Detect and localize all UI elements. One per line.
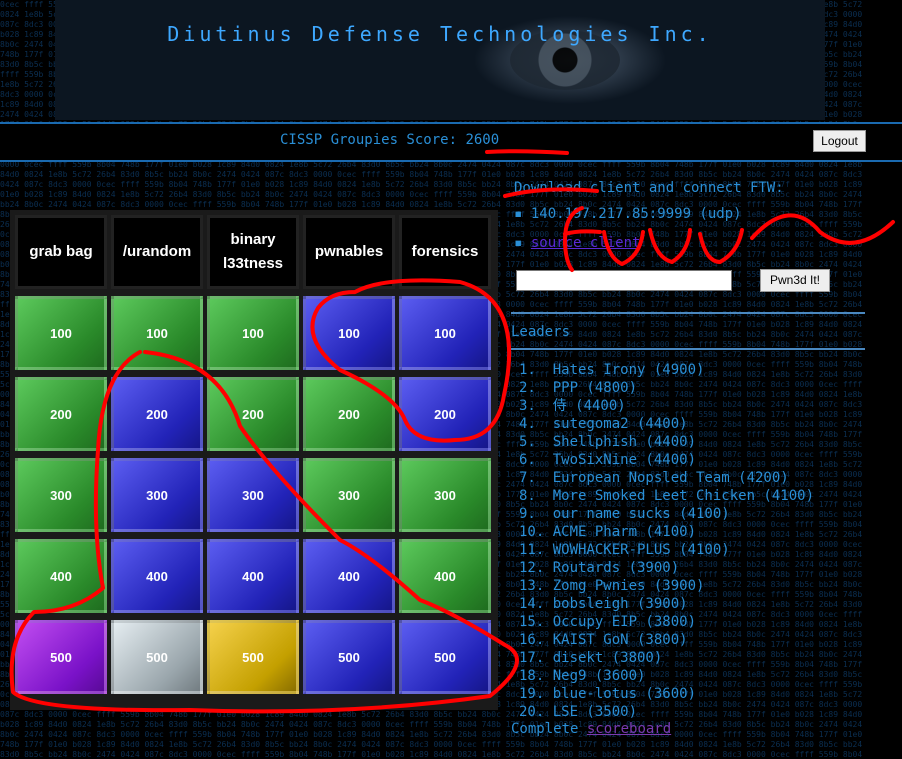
- challenge-tile[interactable]: 200: [303, 377, 395, 451]
- leaderboard-entry: 11. WOWHACKER-PLUS (4100): [519, 542, 730, 558]
- leaderboard-entry: 12. Routards (3900): [519, 560, 680, 576]
- leaderboard-entry: 5. Shellphish (4400): [519, 434, 697, 450]
- leaders-title: Leaders: [511, 324, 571, 340]
- challenge-tile[interactable]: 500: [207, 620, 299, 694]
- leaderboard-entry: 13. Zomg Pwnies (3900): [519, 578, 705, 594]
- leaderboard-entry: 15. Occupy EIP (3800): [519, 614, 697, 630]
- leaderboard-entry: 16. KAIST GoN (3800): [519, 632, 688, 648]
- score-label: CISSP Groupies Score:: [280, 132, 458, 148]
- challenge-tile[interactable]: 500: [399, 620, 491, 694]
- download-heading: Download client and connect FTW:: [514, 180, 784, 196]
- leaderboard-entry: 4. sutegoma2 (4400): [519, 416, 688, 432]
- leaderboard-entry: 17. disekt (3800): [519, 650, 663, 666]
- challenge-tile[interactable]: 100: [207, 296, 299, 370]
- divider: [0, 122, 902, 124]
- divider: [0, 160, 902, 162]
- leaderboard-entry: 14. bobsleigh (3900): [519, 596, 688, 612]
- source-client-link[interactable]: source client: [531, 235, 641, 251]
- complete-scoreboard: Complete scoreboard: [511, 721, 671, 737]
- leaderboard-entry: 9. our name sucks (4100): [519, 506, 730, 522]
- category-grab-bag: grab bag: [15, 215, 107, 289]
- challenge-tile[interactable]: 200: [15, 377, 107, 451]
- challenge-board: grab bag /urandom binary l33tness pwnabl…: [10, 210, 498, 710]
- challenge-tile[interactable]: 400: [207, 539, 299, 613]
- challenge-tile[interactable]: 400: [15, 539, 107, 613]
- challenge-tile[interactable]: 100: [15, 296, 107, 370]
- challenge-tile[interactable]: 100: [111, 296, 203, 370]
- leaderboard: 1. Hates Irony (4900) 2. PPP (4800) 3. 侍 (…: [519, 361, 814, 721]
- leaderboard-entry: 2. PPP (4800): [519, 380, 638, 396]
- category-urandom: /urandom: [111, 215, 203, 289]
- leaderboard-entry: 20. LSE (3500): [519, 704, 638, 720]
- challenge-tile[interactable]: 200: [207, 377, 299, 451]
- challenge-tile[interactable]: 200: [399, 377, 491, 451]
- leaderboard-entry: 1. Hates Irony (4900): [519, 362, 705, 378]
- challenge-tile[interactable]: 300: [15, 458, 107, 532]
- leaderboard-entry: 8. More Smoked Leet Chicken (4100): [519, 488, 815, 504]
- challenge-tile[interactable]: 200: [111, 377, 203, 451]
- challenge-tile[interactable]: 500: [15, 620, 107, 694]
- server-address: ▪ 140.197.217.85:9999 (udp): [514, 206, 742, 222]
- challenge-tile[interactable]: 400: [399, 539, 491, 613]
- divider: [511, 312, 865, 314]
- leaderboard-entry: 18. Neg9 (3600): [519, 668, 646, 684]
- challenge-tile[interactable]: 400: [111, 539, 203, 613]
- category-binary: binary l33tness: [207, 215, 299, 289]
- company-title: Diutinus Defense Technologies Inc.: [167, 22, 713, 46]
- leaderboard-entry: 7. European Nopsled Team (4200): [519, 470, 789, 486]
- challenge-tile[interactable]: 500: [303, 620, 395, 694]
- key-input[interactable]: [516, 270, 732, 291]
- category-pwnables: pwnables: [303, 215, 395, 289]
- challenge-tile[interactable]: 400: [303, 539, 395, 613]
- challenge-tile[interactable]: 300: [399, 458, 491, 532]
- leaderboard-entry: 6. TwoSixNine (4400): [519, 452, 697, 468]
- challenge-tile[interactable]: 500: [111, 620, 203, 694]
- source-client-item: ▪ source client: [514, 235, 641, 251]
- challenge-tile[interactable]: 100: [399, 296, 491, 370]
- challenge-tile[interactable]: 300: [207, 458, 299, 532]
- leaderboard-entry: 10. ACME Pharm (4100): [519, 524, 697, 540]
- submit-button[interactable]: Pwn3d It!: [760, 269, 830, 292]
- divider: [511, 348, 865, 350]
- logout-button[interactable]: Logout: [813, 130, 866, 152]
- header-banner: Diutinus Defense Technologies Inc.: [55, 0, 825, 120]
- score-value: 2600: [465, 132, 500, 148]
- scoreboard-link[interactable]: scoreboard: [587, 721, 671, 737]
- server-address-text: 140.197.217.85:9999 (udp): [530, 206, 742, 222]
- complete-label: Complete: [511, 721, 579, 737]
- team-score: CISSP Groupies Score: 2600: [280, 132, 499, 148]
- leaderboard-entry: 19. blue-lotus (3600): [519, 686, 697, 702]
- challenge-tile[interactable]: 300: [111, 458, 203, 532]
- challenge-tile[interactable]: 100: [303, 296, 395, 370]
- leaderboard-entry: 3. 侍 (4400): [519, 398, 626, 414]
- challenge-tile[interactable]: 300: [303, 458, 395, 532]
- category-forensics: forensics: [399, 215, 491, 289]
